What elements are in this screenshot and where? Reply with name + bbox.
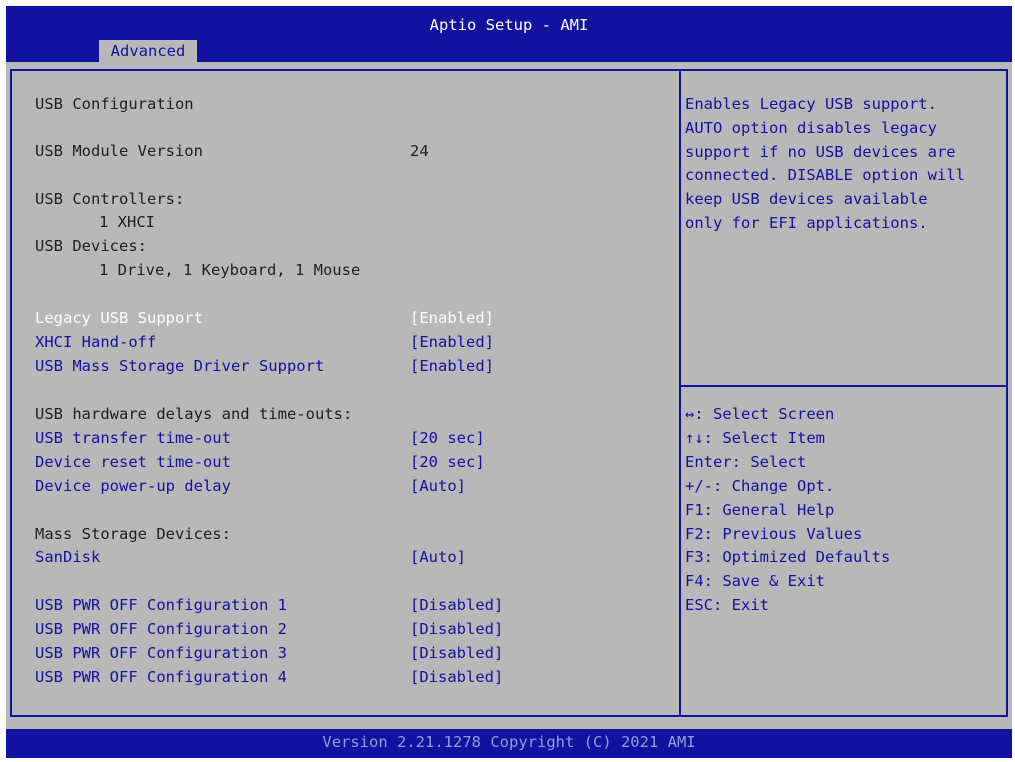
setting-xhci-handoff-label[interactable]: XHCI Hand-off (35, 332, 156, 352)
title-bar: Aptio Setup - AMI Advanced (6, 6, 1012, 62)
key-change-opt: +/-: Change Opt. (685, 477, 835, 495)
footer-bar: Version 2.21.1278 Copyright (C) 2021 AMI (6, 729, 1012, 758)
section-heading: USB Configuration (35, 95, 194, 113)
key-optimized-defaults: F3: Optimized Defaults (685, 548, 891, 566)
devices-label: USB Devices: (35, 237, 147, 255)
help-line: only for EFI applications. (685, 214, 928, 232)
key-esc-exit: ESC: Exit (685, 596, 769, 614)
version-text: Version 2.21.1278 Copyright (C) 2021 AMI (322, 733, 696, 751)
setting-pwr-off-3-value[interactable]: [Disabled] (410, 643, 503, 663)
controllers-label: USB Controllers: (35, 190, 185, 208)
setting-pwr-off-4-value[interactable]: [Disabled] (410, 667, 503, 687)
setting-sandisk-label[interactable]: SanDisk (35, 547, 100, 567)
window-title: Aptio Setup - AMI (429, 16, 589, 34)
key-save-exit: F4: Save & Exit (685, 572, 825, 590)
devices-value: 1 Drive, 1 Keyboard, 1 Mouse (99, 261, 361, 279)
setting-pwr-off-4-label[interactable]: USB PWR OFF Configuration 4 (35, 667, 287, 687)
key-select-item: ↑↓: Select Item (685, 429, 825, 447)
setting-pwr-off-3-label[interactable]: USB PWR OFF Configuration 3 (35, 643, 287, 663)
setting-mass-storage-driver-label[interactable]: USB Mass Storage Driver Support (35, 356, 324, 376)
module-version-value: 24 (410, 142, 429, 160)
help-line: connected. DISABLE option will (685, 166, 965, 184)
module-version-label: USB Module Version (35, 142, 203, 160)
setting-pwr-off-1-label[interactable]: USB PWR OFF Configuration 1 (35, 595, 287, 615)
setting-reset-timeout-label[interactable]: Device reset time-out (35, 452, 231, 472)
setting-powerup-delay-value[interactable]: [Auto] (410, 476, 466, 496)
setting-pwr-off-2-label[interactable]: USB PWR OFF Configuration 2 (35, 619, 287, 639)
mass-storage-heading: Mass Storage Devices: (35, 525, 231, 543)
key-select-screen: ↔: Select Screen (685, 405, 835, 423)
setting-sandisk-value[interactable]: [Auto] (410, 547, 466, 567)
setting-pwr-off-2-value[interactable]: [Disabled] (410, 619, 503, 639)
setting-transfer-timeout-value[interactable]: [20 sec] (410, 428, 485, 448)
key-enter-select: Enter: Select (685, 453, 807, 471)
help-line: AUTO option disables legacy (685, 119, 937, 137)
setting-legacy-usb-value[interactable]: [Enabled] (410, 308, 494, 328)
controllers-value: 1 XHCI (99, 213, 155, 231)
timeouts-heading: USB hardware delays and time-outs: (35, 405, 353, 423)
help-line: support if no USB devices are (685, 143, 956, 161)
setting-transfer-timeout-label[interactable]: USB transfer time-out (35, 428, 231, 448)
setting-reset-timeout-value[interactable]: [20 sec] (410, 452, 485, 472)
main-panel: USB Configuration USB Module Version 24 … (10, 69, 1008, 717)
key-previous-values: F2: Previous Values (685, 525, 863, 543)
help-line: keep USB devices available (685, 190, 928, 208)
setting-pwr-off-1-value[interactable]: [Disabled] (410, 595, 503, 615)
key-general-help: F1: General Help (685, 501, 835, 519)
tab-advanced[interactable]: Advanced (99, 40, 197, 62)
help-divider (681, 385, 1006, 387)
bios-screen: Aptio Setup - AMI Advanced USB Configura… (6, 6, 1012, 758)
setting-powerup-delay-label[interactable]: Device power-up delay (35, 476, 231, 496)
setting-legacy-usb-label[interactable]: Legacy USB Support (35, 308, 203, 328)
setting-xhci-handoff-value[interactable]: [Enabled] (410, 332, 494, 352)
help-line: Enables Legacy USB support. (685, 95, 937, 113)
setting-mass-storage-driver-value[interactable]: [Enabled] (410, 356, 494, 376)
column-divider (679, 71, 681, 715)
